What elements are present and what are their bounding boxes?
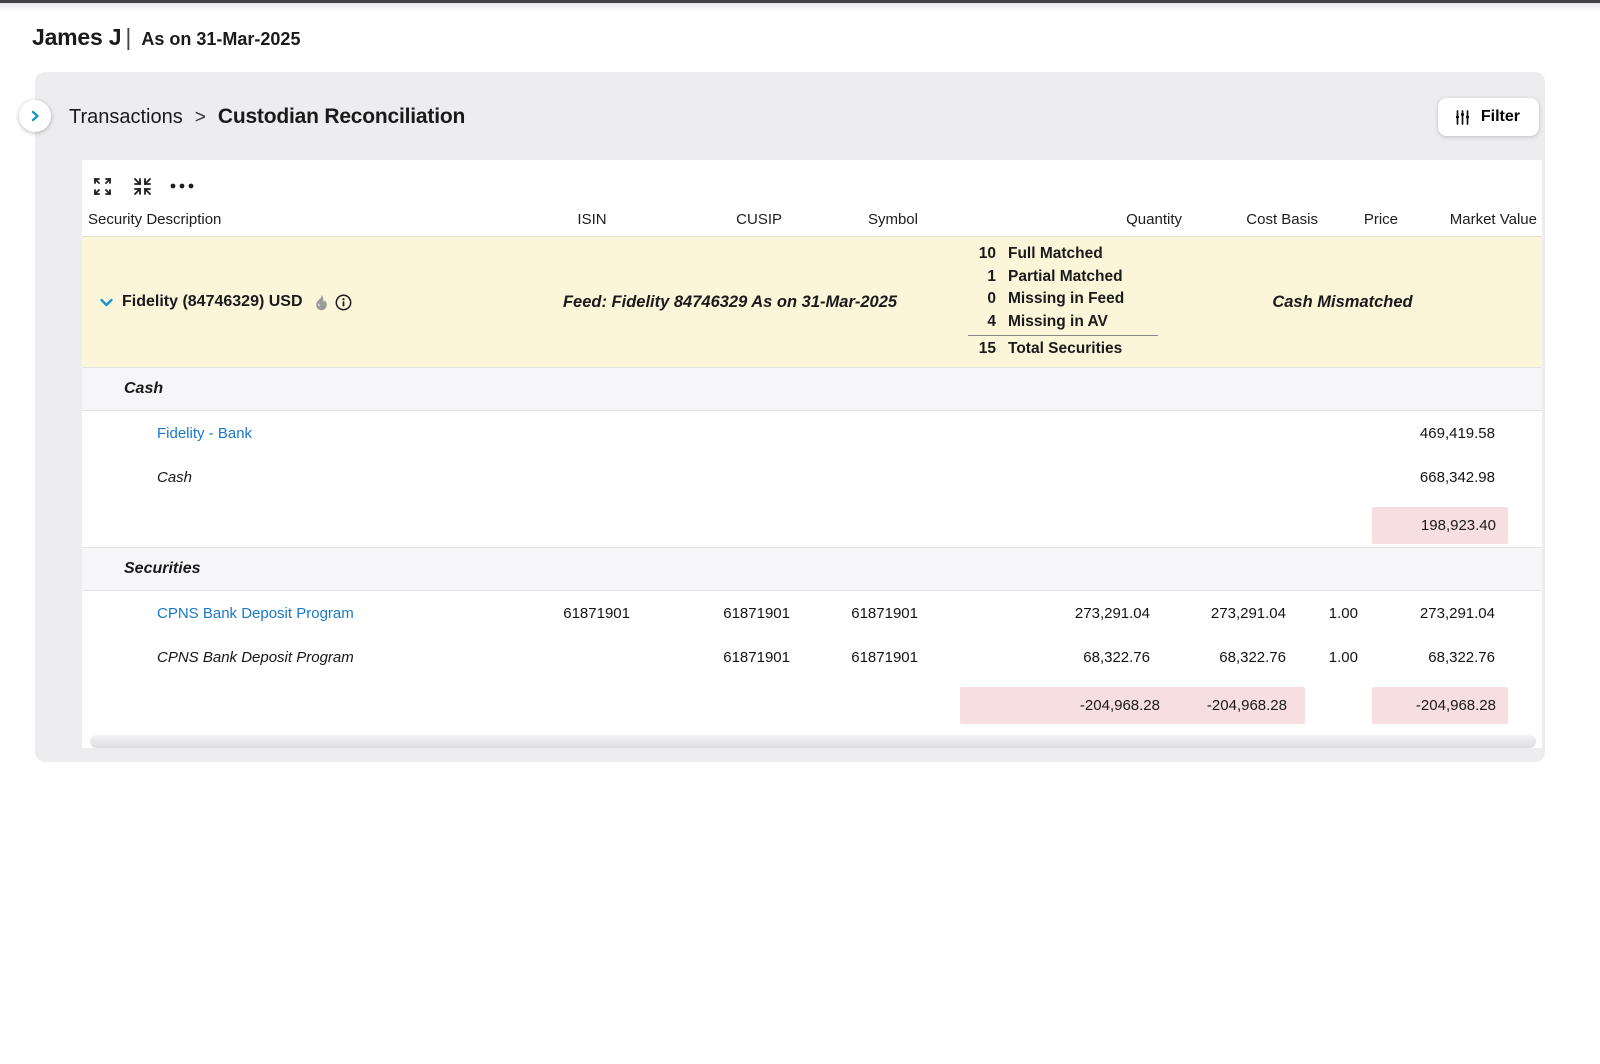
reconciliation-table: Security Description ISIN CUSIP Symbol Q… <box>82 160 1542 748</box>
table-row: Cash 668,342.98 <box>82 455 1542 499</box>
column-isin: ISIN <box>542 211 642 228</box>
symbol-cell: 61871901 <box>790 605 918 622</box>
as-on-date: As on 31-Mar-2025 <box>141 29 300 50</box>
filter-button[interactable]: Filter <box>1438 98 1539 136</box>
page-title: Custodian Reconciliation <box>218 105 465 129</box>
cusip-cell: 61871901 <box>630 649 790 666</box>
page-header: James J | As on 31-Mar-2025 <box>0 12 1600 51</box>
market-value-cell: 469,419.58 <box>1362 425 1495 442</box>
breadcrumb-separator: > <box>195 107 206 129</box>
filter-button-label: Filter <box>1481 108 1520 126</box>
market-value-cell: 668,342.98 <box>1362 469 1495 486</box>
cusip-cell: 61871901 <box>630 605 790 622</box>
table-toolbar <box>82 160 1542 202</box>
section-title: Securities <box>124 560 200 578</box>
more-options-icon[interactable] <box>170 175 194 197</box>
mismatch-quantity: -204,968.28 <box>960 697 1160 714</box>
stat-full-matched: 10 Full Matched <box>946 243 1158 266</box>
breadcrumb-transactions[interactable]: Transactions <box>69 106 183 129</box>
table-row: CPNS Bank Deposit Program 61871901 61871… <box>82 591 1542 635</box>
custodian-group-toggle[interactable]: Fidelity (84746329) USD <box>82 293 542 311</box>
quantity-cell: 68,322.76 <box>918 649 1150 666</box>
feed-description: Feed: Fidelity 84746329 As on 31-Mar-202… <box>542 293 918 312</box>
top-fade-strip <box>0 3 1600 12</box>
column-cost-basis: Cost Basis <box>1182 211 1318 228</box>
price-cell: 1.00 <box>1286 649 1362 666</box>
cost-basis-cell: 68,322.76 <box>1150 649 1286 666</box>
section-header-cash: Cash <box>82 367 1542 411</box>
flame-icon <box>313 294 329 311</box>
breadcrumb: Transactions > Custodian Reconciliation <box>69 105 465 129</box>
column-market-value: Market Value <box>1398 211 1537 228</box>
column-symbol: Symbol <box>782 211 918 228</box>
mismatch-cost-basis: -204,968.28 <box>1160 697 1305 714</box>
header-divider: | <box>125 24 131 51</box>
feed-security-name: CPNS Bank Deposit Program <box>157 649 354 666</box>
stats-divider <box>968 335 1158 336</box>
expand-all-icon[interactable] <box>90 175 114 197</box>
table-row: CPNS Bank Deposit Program 61871901 61871… <box>82 635 1542 679</box>
cash-difference-row: 198,923.40 <box>82 499 1542 547</box>
chevron-down-icon <box>99 295 114 310</box>
price-cell: 1.00 <box>1286 605 1362 622</box>
table-header-row: Security Description ISIN CUSIP Symbol Q… <box>82 202 1542 236</box>
panel-header: Transactions > Custodian Reconciliation … <box>35 72 1545 136</box>
expand-sidebar-button[interactable] <box>19 100 51 132</box>
custodian-account-name: Fidelity (84746329) USD <box>122 293 303 311</box>
info-icon[interactable] <box>335 294 352 311</box>
column-quantity: Quantity <box>918 211 1182 228</box>
feed-security-name: Cash <box>157 469 192 486</box>
column-price: Price <box>1318 211 1398 228</box>
market-value-cell: 68,322.76 <box>1362 649 1495 666</box>
reconciliation-panel: Transactions > Custodian Reconciliation … <box>35 72 1545 762</box>
account-name: James J <box>32 24 121 51</box>
symbol-cell: 61871901 <box>790 649 918 666</box>
column-cusip: CUSIP <box>642 211 782 228</box>
status-badge: Cash Mismatched <box>1150 293 1495 312</box>
stat-missing-in-av: 4 Missing in AV <box>946 311 1158 334</box>
horizontal-scrollbar[interactable] <box>90 735 1536 748</box>
chevron-right-icon <box>29 110 41 122</box>
stat-missing-in-feed: 0 Missing in Feed <box>946 288 1158 311</box>
section-header-securities: Securities <box>82 547 1542 591</box>
cost-basis-cell: 273,291.04 <box>1150 605 1286 622</box>
securities-difference-row: -204,968.28 -204,968.28 -204,968.28 <box>82 679 1542 727</box>
collapse-all-icon[interactable] <box>130 175 154 197</box>
table-row: Fidelity - Bank 469,419.58 <box>82 411 1542 455</box>
isin-cell: 61871901 <box>542 605 630 622</box>
market-value-cell: 273,291.04 <box>1362 605 1495 622</box>
stat-partial-matched: 1 Partial Matched <box>946 266 1158 289</box>
section-title: Cash <box>124 380 163 398</box>
filter-sliders-icon <box>1454 109 1471 126</box>
custodian-group-row[interactable]: Fidelity (84746329) USD <box>82 236 1542 367</box>
quantity-cell: 273,291.04 <box>918 605 1150 622</box>
mismatch-market-value: 198,923.40 <box>1372 507 1508 544</box>
security-link[interactable]: CPNS Bank Deposit Program <box>157 605 354 622</box>
mismatch-market-value: -204,968.28 <box>1372 687 1508 724</box>
mismatch-quantity-cost: -204,968.28 -204,968.28 <box>960 687 1305 724</box>
match-stats: 10 Full Matched 1 Partial Matched 0 Miss… <box>946 243 1158 361</box>
column-security-description: Security Description <box>82 211 542 228</box>
stat-total-securities: 15 Total Securities <box>946 338 1158 361</box>
security-link[interactable]: Fidelity - Bank <box>157 425 252 442</box>
